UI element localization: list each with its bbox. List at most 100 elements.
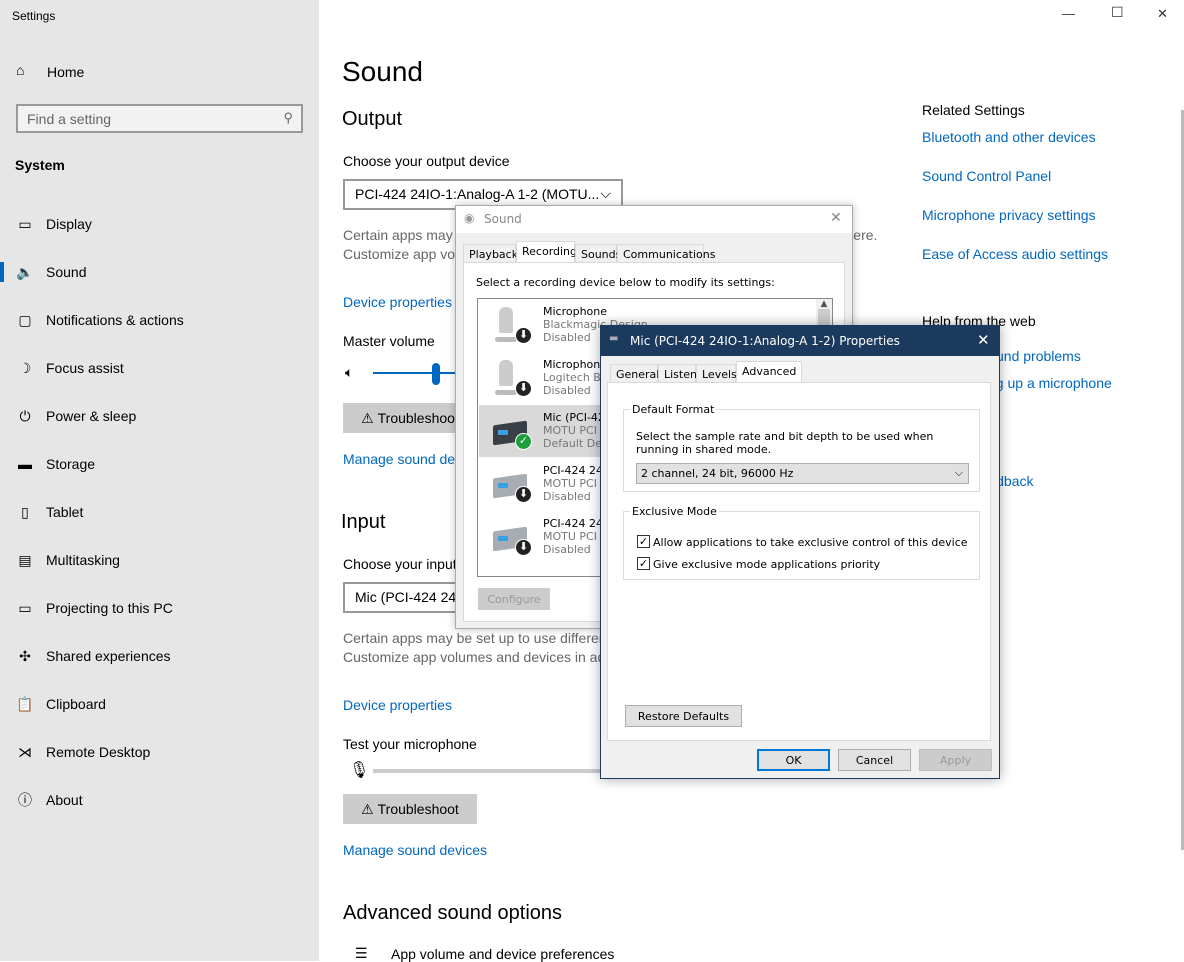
search-icon: ⚲: [283, 110, 293, 125]
microphone-icon: 🎙︎: [349, 762, 370, 779]
about-icon: ⓘ: [18, 792, 32, 808]
sidebar-item-power-sleep[interactable]: ⏻ Power & sleep: [0, 396, 319, 436]
device-status: Disabled: [543, 543, 591, 556]
ok-button[interactable]: OK: [757, 749, 830, 771]
configure-button[interactable]: Configure: [478, 588, 550, 610]
sidebar-item-remote-desktop[interactable]: ⋊ Remote Desktop: [0, 732, 319, 772]
props_dialog-tab-general[interactable]: General: [610, 364, 659, 383]
restore-defaults-button[interactable]: Restore Defaults: [625, 705, 742, 727]
notifications-actions-icon: ▢: [18, 311, 32, 328]
format-select[interactable]: 2 channel, 24 bit, 96000 Hz ⌵: [636, 463, 969, 484]
master-volume-thumb[interactable]: [432, 363, 440, 385]
advanced-heading: Advanced sound options: [343, 902, 563, 924]
sound_dialog-tab-playback[interactable]: Playback: [463, 244, 518, 263]
input-device-properties-link[interactable]: Device properties: [343, 697, 452, 713]
sidebar-item-label: Sound: [46, 264, 87, 280]
sidebar-item-multitasking[interactable]: ▤ Multitasking: [0, 540, 319, 580]
apply-button[interactable]: Apply: [919, 749, 992, 771]
related-link[interactable]: Ease of Access audio settings: [922, 246, 1108, 262]
arrow-down-icon: ⬇: [515, 327, 532, 344]
microphone-device-icon: ⬇: [493, 307, 532, 344]
output-device-properties-link[interactable]: Device properties: [343, 294, 452, 310]
device-name: Microphone: [543, 358, 608, 371]
related-link[interactable]: Microphone privacy settings: [922, 207, 1096, 223]
sidebar-item-label: About: [46, 792, 83, 808]
device-name: Microphone: [543, 305, 608, 318]
advanced-panel: Default Format Select the sample rate an…: [607, 382, 991, 741]
arrow-down-icon: ⬇: [515, 486, 532, 503]
check-icon: ✓: [515, 433, 532, 450]
default-format-desc: Select the sample rate and bit depth to …: [636, 430, 934, 456]
input-manage-link[interactable]: Manage sound devices: [343, 842, 487, 858]
sliders-icon: ☰: [355, 945, 368, 961]
troubleshoot-label: Troubleshoot: [377, 801, 459, 817]
sidebar-item-sound[interactable]: 🔈 Sound: [0, 252, 319, 292]
properties-title: Mic (PCI-424 24IO-1:Analog-A 1-2) Proper…: [630, 334, 900, 348]
sound-dialog-titlebar: ◉ Sound ✕: [456, 206, 852, 233]
sidebar-item-storage[interactable]: ▬ Storage: [0, 444, 319, 484]
input-heading: Input: [341, 511, 386, 533]
speaker-icon[interactable]: 🔈︎: [345, 364, 353, 381]
sidebar-item-focus-assist[interactable]: ☽ Focus assist: [0, 348, 319, 388]
sidebar-item-clipboard[interactable]: 📋 Clipboard: [0, 684, 319, 724]
troubleshoot-label: Troubleshoot: [377, 410, 459, 426]
priority-label: Give exclusive mode applications priorit…: [653, 558, 881, 571]
sidebar-item-label: Power & sleep: [46, 408, 137, 424]
props_dialog-tab-listen[interactable]: Listen: [658, 364, 697, 383]
sidebar-item-label: Display: [46, 216, 92, 232]
sidebar-item-label: Notifications & actions: [46, 312, 184, 328]
sidebar-item-shared-experiences[interactable]: ✣ Shared experiences: [0, 636, 319, 676]
sound_dialog-tab-communications[interactable]: Communications: [617, 244, 715, 263]
audio-interface-icon: ⬇: [493, 519, 532, 556]
arrow-down-icon: ⬇: [515, 380, 532, 397]
display-icon: ▭: [18, 215, 32, 232]
speaker-icon: ◉: [464, 211, 475, 225]
app-volume-link[interactable]: App volume and device preferences: [391, 946, 614, 962]
minimize-button[interactable]: —: [1062, 6, 1075, 21]
audio-interface-icon: ⬇: [493, 466, 532, 503]
test-mic-label: Test your microphone: [343, 736, 477, 752]
sidebar-item-label: Focus assist: [46, 360, 124, 376]
sidebar-item-projecting-to-this-pc[interactable]: ▭ Projecting to this PC: [0, 588, 319, 628]
microphone-device-icon: ⬇: [493, 360, 532, 397]
priority-checkbox[interactable]: ✓: [637, 557, 650, 570]
related-link[interactable]: Sound Control Panel: [922, 168, 1051, 184]
device-status: Disabled: [543, 331, 591, 344]
sound_dialog-tab-recording[interactable]: Recording: [516, 241, 577, 263]
props_dialog-tab-advanced[interactable]: Advanced: [736, 361, 802, 383]
multitasking-icon: ▤: [18, 551, 32, 568]
nav-home[interactable]: Home: [47, 64, 84, 80]
storage-icon: ▬: [18, 456, 32, 472]
maximize-button[interactable]: ☐: [1111, 4, 1124, 21]
cancel-button[interactable]: Cancel: [838, 749, 911, 771]
sidebar-item-tablet[interactable]: ▯ Tablet: [0, 492, 319, 532]
props_dialog-tab-levels[interactable]: Levels: [696, 364, 737, 383]
default-format-legend: Default Format: [632, 403, 715, 416]
related-heading: Related Settings: [922, 102, 1025, 118]
sidebar-item-about[interactable]: ⓘ About: [0, 780, 319, 820]
sidebar-item-label: Tablet: [46, 504, 84, 520]
sidebar-item-label: Multitasking: [46, 552, 120, 568]
window-title: Settings: [12, 9, 56, 23]
sidebar: Settings ⌂ Home Find a setting ⚲ System …: [0, 0, 319, 961]
close-icon[interactable]: ✕: [830, 210, 842, 226]
sound_dialog-tab-sounds[interactable]: Sounds: [575, 244, 621, 263]
related-link[interactable]: Bluetooth and other devices: [922, 129, 1096, 145]
format-value: 2 channel, 24 bit, 96000 Hz: [641, 467, 794, 480]
search-box[interactable]: Find a setting ⚲: [16, 104, 303, 133]
close-button[interactable]: ✕: [1157, 6, 1168, 22]
sidebar-item-display[interactable]: ▭ Display: [0, 204, 319, 244]
power-sleep-icon: ⏻: [19, 407, 31, 424]
allow-exclusive-checkbox[interactable]: ✓: [637, 535, 650, 548]
remote-desktop-icon: ⋊: [18, 743, 32, 760]
close-icon[interactable]: ✕: [977, 331, 990, 349]
input-troubleshoot-button[interactable]: ⚠ Troubleshoot: [343, 794, 477, 824]
sidebar-item-notifications-actions[interactable]: ▢ Notifications & actions: [0, 300, 319, 340]
properties-titlebar: ▬ Mic (PCI-424 24IO-1:Analog-A 1-2) Prop…: [601, 326, 999, 356]
mic-level-meter: [373, 769, 613, 773]
page-title: Sound: [342, 56, 423, 87]
allow-exclusive-label: Allow applications to take exclusive con…: [653, 536, 968, 549]
sidebar-item-label: Storage: [46, 456, 96, 472]
device-status: Disabled: [543, 490, 591, 503]
exclusive-mode-group: Exclusive Mode ✓ Allow applications to t…: [623, 505, 980, 580]
